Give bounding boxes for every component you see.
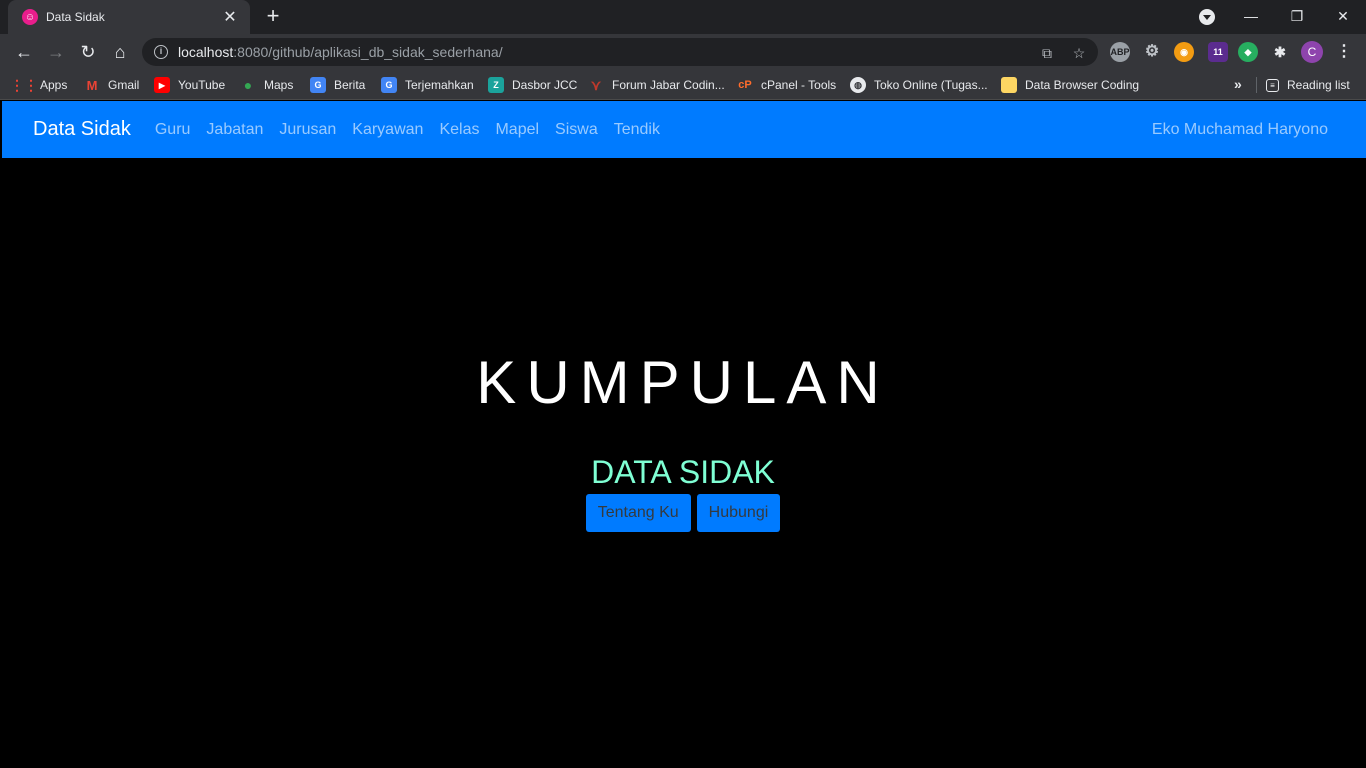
close-tab-icon[interactable]: ✕ (220, 7, 240, 27)
adblock-icon[interactable]: ABP (1110, 42, 1130, 62)
hero-subtitle: DATA SIDAK (591, 454, 775, 490)
bookmark-data-browser-coding[interactable]: Data Browser Coding (1001, 76, 1139, 94)
address-bar[interactable]: i localhost :8080/github/aplikasi_db_sid… (142, 38, 1098, 66)
folder-icon (1001, 77, 1017, 93)
nav-link-karyawan[interactable]: Karyawan (352, 121, 423, 139)
tab-title: Data Sidak (46, 10, 105, 24)
browser-menu-icon[interactable]: ⋮ (1336, 41, 1352, 63)
extension-badge-count: 11 (1213, 47, 1223, 57)
new-tab-icon[interactable]: + (262, 5, 284, 28)
bookmark-label: Maps (264, 78, 294, 92)
bookmark-label: cPanel - Tools (761, 78, 837, 92)
site-favicon-icon: ☺ (22, 9, 38, 25)
page-content: Data Sidak Guru Jabatan Jurusan Karyawan… (0, 101, 1366, 768)
cpanel-icon: cP (738, 79, 752, 91)
bookmarks-separator (1256, 77, 1257, 93)
gmail-icon: M (86, 77, 98, 93)
bookmark-label: Toko Online (Tugas... (874, 78, 988, 92)
forum-icon: ⋎ (590, 76, 602, 93)
contact-button[interactable]: Hubungi (696, 494, 781, 532)
bookmark-toko-online[interactable]: ◍ Toko Online (Tugas... (850, 76, 988, 94)
about-button[interactable]: Tentang Ku (585, 494, 691, 532)
reading-list-icon: ≡ (1266, 78, 1279, 92)
bookmark-berita[interactable]: G Berita (310, 76, 365, 94)
bookmark-label: Berita (334, 78, 366, 92)
site-navbar: Data Sidak Guru Jabatan Jurusan Karyawan… (2, 101, 1366, 158)
back-icon[interactable]: ← (12, 40, 36, 64)
news-icon: G (310, 77, 326, 93)
maps-pin-icon: ● (243, 77, 253, 93)
hero-title: KUMPULAN (476, 349, 890, 416)
profile-avatar[interactable]: C (1301, 41, 1323, 63)
bookmark-terjemahkan[interactable]: G Terjemahkan (381, 76, 474, 94)
youtube-icon: ▶ (154, 77, 170, 93)
extensions-puzzle-icon[interactable]: ✱ (1270, 42, 1290, 62)
jcc-icon: Z (488, 77, 504, 93)
reading-list[interactable]: ≡ Reading list (1266, 76, 1350, 94)
minimize-icon[interactable]: — (1228, 4, 1274, 28)
nav-link-mapel[interactable]: Mapel (495, 121, 539, 139)
bookmark-youtube[interactable]: ▶ YouTube (154, 76, 225, 94)
bookmark-cpanel[interactable]: cP cPanel - Tools (737, 76, 836, 94)
bookmark-label: Terjemahkan (405, 78, 474, 92)
bookmark-apps[interactable]: ⋮⋮ Apps (10, 76, 68, 94)
close-window-icon[interactable]: ✕ (1320, 4, 1366, 28)
forward-icon[interactable]: → (44, 40, 68, 64)
bookmark-maps[interactable]: ● Maps (240, 76, 294, 94)
bookmark-dasbor-jcc[interactable]: Z Dasbor JCC (488, 76, 577, 94)
bookmark-label: Apps (40, 78, 68, 92)
bookmark-label: Forum Jabar Codin... (612, 78, 725, 92)
reload-icon[interactable]: ↻ (76, 40, 100, 64)
reading-list-label: Reading list (1287, 78, 1350, 92)
bookmark-forum-jabar[interactable]: ⋎ Forum Jabar Codin... (588, 76, 725, 94)
translate-page-icon[interactable]: ⧉ (1038, 44, 1056, 62)
bookmark-gmail[interactable]: M Gmail (84, 76, 140, 94)
extension-leaf-icon[interactable]: ◆ (1238, 42, 1258, 62)
site-info-icon[interactable]: i (154, 45, 168, 59)
nav-link-tendik[interactable]: Tendik (614, 121, 660, 139)
tab-search-icon[interactable] (1199, 9, 1215, 25)
settings-gear-icon[interactable]: ⚙ (1142, 42, 1162, 62)
translate-icon: G (381, 77, 397, 93)
more-bookmarks-icon[interactable]: » (1234, 76, 1242, 92)
extension-badge-icon[interactable]: 11 (1208, 42, 1228, 62)
url-host: localhost (178, 44, 234, 60)
bookmark-label: Dasbor JCC (512, 78, 578, 92)
browser-toolbar: ← → ↻ ⌂ i localhost :8080/github/aplikas… (0, 34, 1366, 70)
bookmark-label: Data Browser Coding (1025, 78, 1140, 92)
home-icon[interactable]: ⌂ (108, 40, 132, 64)
active-tab[interactable]: ☺ Data Sidak ✕ (8, 0, 250, 34)
tab-strip: ☺ Data Sidak ✕ + — ❐ ✕ (0, 0, 1366, 34)
extension-face-icon[interactable]: ◉ (1174, 42, 1194, 62)
apps-grid-icon: ⋮⋮ (10, 76, 38, 93)
bookmark-star-icon[interactable]: ☆ (1070, 44, 1088, 62)
navbar-brand[interactable]: Data Sidak (33, 118, 131, 141)
hero-buttons: Tentang Ku Hubungi (0, 494, 1366, 532)
globe-icon: ◍ (850, 77, 866, 93)
nav-link-siswa[interactable]: Siswa (555, 121, 598, 139)
url-path: :8080/github/aplikasi_db_sidak_sederhana… (233, 44, 503, 60)
bookmarks-bar: ⋮⋮ Apps M Gmail ▶ YouTube ● Maps G Berit… (0, 70, 1366, 100)
nav-link-jurusan[interactable]: Jurusan (279, 121, 336, 139)
nav-link-jabatan[interactable]: Jabatan (206, 121, 263, 139)
nav-link-guru[interactable]: Guru (155, 121, 191, 139)
nav-link-kelas[interactable]: Kelas (439, 121, 479, 139)
restore-icon[interactable]: ❐ (1274, 4, 1320, 28)
bookmark-label: YouTube (178, 78, 226, 92)
bookmark-label: Gmail (108, 78, 140, 92)
navbar-links: Guru Jabatan Jurusan Karyawan Kelas Mape… (155, 121, 676, 139)
navbar-user-name[interactable]: Eko Muchamad Haryono (1152, 121, 1328, 139)
